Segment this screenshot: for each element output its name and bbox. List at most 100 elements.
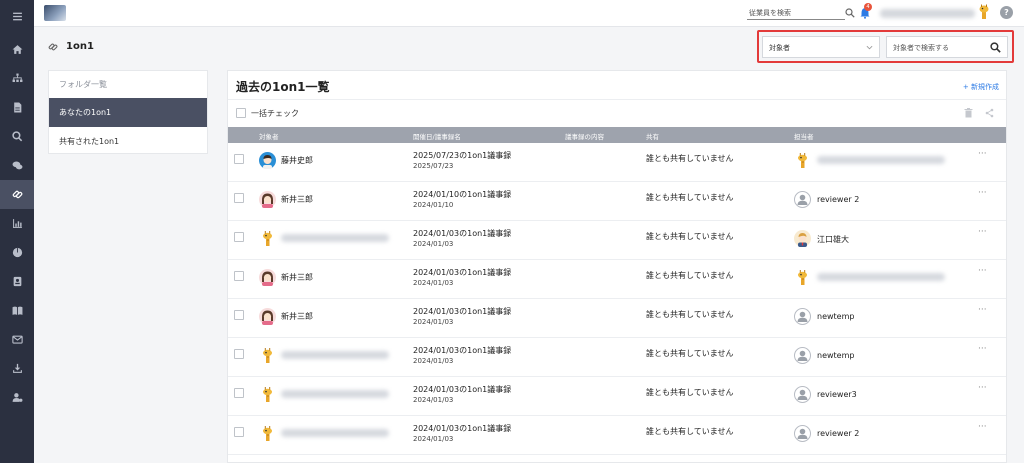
meeting-info[interactable]: 2024/01/10の1on1議事録 2024/01/10 — [413, 190, 511, 210]
row-menu-icon[interactable]: ··· — [978, 227, 987, 237]
row-menu-icon[interactable]: ··· — [978, 188, 987, 198]
meeting-title[interactable]: 2024/01/10の1on1議事録 — [413, 190, 511, 199]
responsible-name[interactable]: reviewer3 — [817, 390, 857, 399]
bulk-check-checkbox[interactable] — [236, 108, 246, 118]
user-avatar-giraffe-icon[interactable] — [976, 4, 992, 21]
target-name[interactable]: 藤井史郎 — [281, 155, 313, 166]
target-name-blurred[interactable] — [281, 390, 389, 398]
user-name[interactable] — [880, 9, 975, 18]
search-icon[interactable] — [845, 8, 855, 18]
table-row[interactable]: 新井三郎 2024/01/03の1on1議事録 2024/01/03 誰とも共有してい… — [228, 260, 1006, 299]
chart-icon[interactable] — [0, 209, 34, 238]
meeting-title[interactable]: 2024/01/03の1on1議事録 — [413, 424, 511, 433]
shared-status: 誰とも共有していません — [646, 427, 734, 436]
new-create-button[interactable]: + 新規作成 — [963, 82, 999, 92]
meeting-info[interactable]: 2024/01/03の1on1議事録 2024/01/03 — [413, 385, 511, 405]
column-header-content[interactable]: 議事録の内容 — [565, 131, 604, 141]
org-chart-icon[interactable] — [0, 64, 34, 93]
row-menu-icon[interactable]: ··· — [978, 305, 987, 315]
help-icon[interactable]: ? — [1000, 6, 1013, 19]
meeting-title[interactable]: 2025/07/23の1on1議事録 — [413, 151, 511, 160]
target-name-blurred[interactable] — [281, 429, 389, 437]
shared-status: 誰とも共有していません — [646, 271, 734, 280]
target-name[interactable]: 新井三郎 — [281, 311, 313, 322]
row-checkbox[interactable] — [234, 349, 244, 359]
company-logo[interactable] — [44, 5, 66, 21]
row-menu-icon[interactable]: ··· — [978, 422, 987, 432]
row-menu-icon[interactable]: ··· — [978, 149, 987, 159]
menu-icon[interactable] — [0, 2, 34, 31]
row-checkbox[interactable] — [234, 154, 244, 164]
row-checkbox[interactable] — [234, 271, 244, 281]
meeting-info[interactable]: 2024/01/03の1on1議事録 2024/01/03 — [413, 307, 511, 327]
meeting-info[interactable]: 2024/01/03の1on1議事録 2024/01/03 — [413, 346, 511, 366]
table-row[interactable]: 2024/01/03の1on1議事録 2024/01/03 誰とも共有していません n… — [228, 338, 1006, 377]
responsible-name-blurred[interactable] — [817, 156, 945, 164]
row-checkbox[interactable] — [234, 193, 244, 203]
meeting-title[interactable]: 2024/01/03の1on1議事録 — [413, 385, 511, 394]
meeting-title[interactable]: 2024/01/03の1on1議事録 — [413, 268, 511, 277]
target-name[interactable]: 新井三郎 — [281, 194, 313, 205]
target-select[interactable]: 対象者 — [762, 36, 880, 58]
row-menu-icon[interactable]: ··· — [978, 344, 987, 354]
document-icon[interactable] — [0, 93, 34, 122]
table-header: 対象者 開催日/議事録名 議事録の内容 共有 担当者 — [228, 127, 1006, 143]
target-name[interactable]: 新井三郎 — [281, 272, 313, 283]
target-search-input[interactable]: 対象者で検索する — [886, 36, 1008, 58]
row-menu-icon[interactable]: ··· — [978, 266, 987, 276]
target-name-blurred[interactable] — [281, 234, 389, 242]
shared-status: 誰とも共有していません — [646, 193, 734, 202]
table-row[interactable]: 2024/01/03の1on1議事録 2024/01/03 誰とも共有していません r… — [228, 377, 1006, 416]
pie-icon[interactable] — [0, 238, 34, 267]
bulk-actions-bar: 一括チェック — [228, 99, 1006, 127]
meeting-title[interactable]: 2024/01/03の1on1議事録 — [413, 307, 511, 316]
share-icon[interactable] — [985, 108, 994, 118]
table-row[interactable]: 2024/01/03の1on1議事録 2024/01/03 誰とも共有していません 江… — [228, 221, 1006, 260]
table-row[interactable]: 新井三郎 2024/01/10の1on1議事録 2024/01/10 誰とも共有してい… — [228, 182, 1006, 221]
search-icon[interactable] — [0, 122, 34, 151]
row-checkbox[interactable] — [234, 427, 244, 437]
employee-search-input[interactable]: 従業員を検索 — [747, 8, 845, 20]
home-icon[interactable] — [0, 35, 34, 64]
meeting-info[interactable]: 2024/01/03の1on1議事録 2024/01/03 — [413, 424, 511, 444]
meeting-info[interactable]: 2025/07/23の1on1議事録 2025/07/23 — [413, 151, 511, 171]
target-select-value: 対象者 — [769, 44, 790, 52]
chat-icon[interactable] — [0, 151, 34, 180]
trash-icon[interactable] — [964, 108, 973, 118]
target-avatar — [259, 347, 276, 364]
sidebar — [0, 0, 34, 463]
row-checkbox[interactable] — [234, 388, 244, 398]
target-name-blurred[interactable] — [281, 351, 389, 359]
mail-icon[interactable] — [0, 325, 34, 354]
folder-item-mine[interactable]: あなたの1on1 — [49, 98, 207, 127]
row-menu-icon[interactable]: ··· — [978, 383, 987, 393]
link-icon[interactable] — [0, 180, 34, 209]
folder-item-shared[interactable]: 共有された1on1 — [49, 127, 207, 156]
meeting-title[interactable]: 2024/01/03の1on1議事録 — [413, 346, 511, 355]
download-icon[interactable] — [0, 354, 34, 383]
profile-card-icon[interactable] — [0, 267, 34, 296]
table-row[interactable]: 藤井史郎 2025/07/23の1on1議事録 2025/07/23 誰とも共有してい… — [228, 143, 1006, 182]
responsible-name[interactable]: newtemp — [817, 351, 854, 360]
column-header-shared[interactable]: 共有 — [646, 131, 659, 141]
search-icon[interactable] — [990, 42, 1001, 53]
column-header-responsible[interactable]: 担当者 — [794, 131, 814, 141]
responsible-name[interactable]: 江口雄大 — [817, 234, 849, 245]
responsible-name[interactable]: newtemp — [817, 312, 854, 321]
target-avatar — [259, 230, 276, 247]
table-row[interactable]: 新井三郎 2024/01/03の1on1議事録 2024/01/03 誰とも共有してい… — [228, 299, 1006, 338]
row-checkbox[interactable] — [234, 310, 244, 320]
responsible-name[interactable]: reviewer 2 — [817, 429, 859, 438]
user-settings-icon[interactable] — [0, 383, 34, 412]
responsible-name-blurred[interactable] — [817, 273, 945, 281]
column-header-target[interactable]: 対象者 — [259, 131, 279, 141]
column-header-date-title[interactable]: 開催日/議事録名 — [413, 131, 461, 141]
row-checkbox[interactable] — [234, 232, 244, 242]
meeting-title[interactable]: 2024/01/03の1on1議事録 — [413, 229, 511, 238]
responsible-name[interactable]: reviewer 2 — [817, 195, 859, 204]
table-row[interactable]: 2024/01/03の1on1議事録 2024/01/03 誰とも共有していません r… — [228, 416, 1006, 455]
book-icon[interactable] — [0, 296, 34, 325]
bulk-check-label[interactable]: 一括チェック — [251, 108, 299, 119]
meeting-info[interactable]: 2024/01/03の1on1議事録 2024/01/03 — [413, 268, 511, 288]
meeting-info[interactable]: 2024/01/03の1on1議事録 2024/01/03 — [413, 229, 511, 249]
